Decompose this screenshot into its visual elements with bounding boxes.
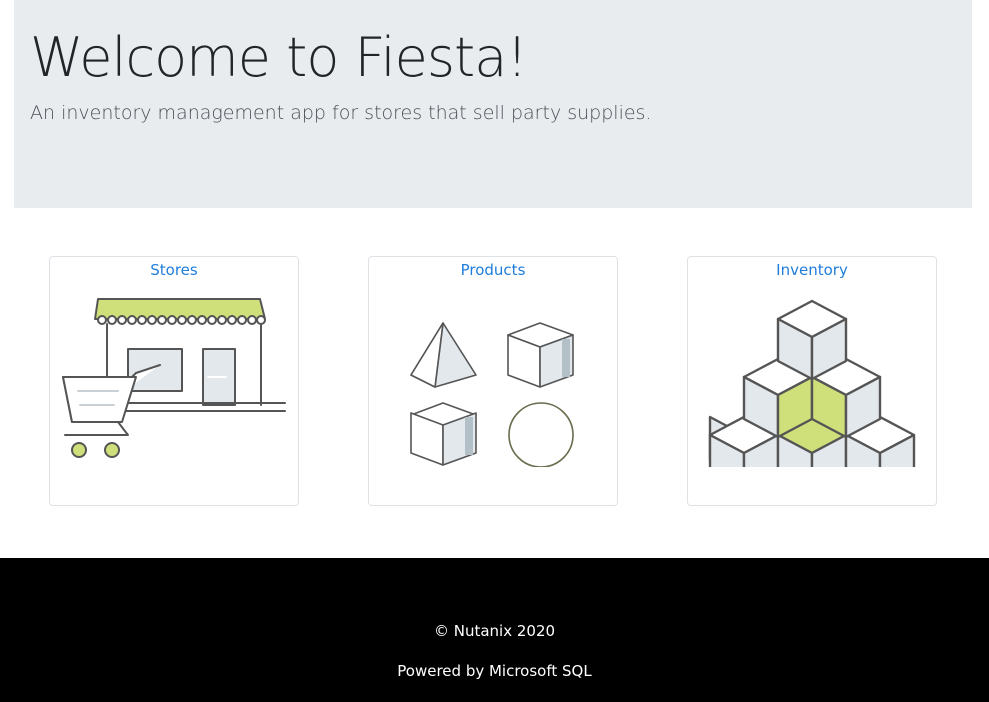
footer-powered-by: Powered by Microsoft SQL [397,662,592,680]
footer-copyright: © Nutanix 2020 [433,622,556,640]
storefront-cart-icon [62,298,286,458]
jumbotron: Welcome to Fiesta! An inventory manageme… [14,0,972,208]
products-link[interactable]: Products [369,261,617,279]
page-title: Welcome to Fiesta! [30,26,528,89]
page-subtitle: An inventory management app for stores t… [30,102,652,124]
inventory-card[interactable]: Inventory [687,256,937,506]
stores-card[interactable]: Stores [49,256,299,506]
products-card[interactable]: Products [368,256,618,506]
footer: © Nutanix 2020 Powered by Microsoft SQL [0,558,989,702]
stacked-cubes-icon [708,299,916,467]
shapes-icon [410,322,574,467]
stores-link[interactable]: Stores [50,261,298,279]
inventory-link[interactable]: Inventory [688,261,936,279]
